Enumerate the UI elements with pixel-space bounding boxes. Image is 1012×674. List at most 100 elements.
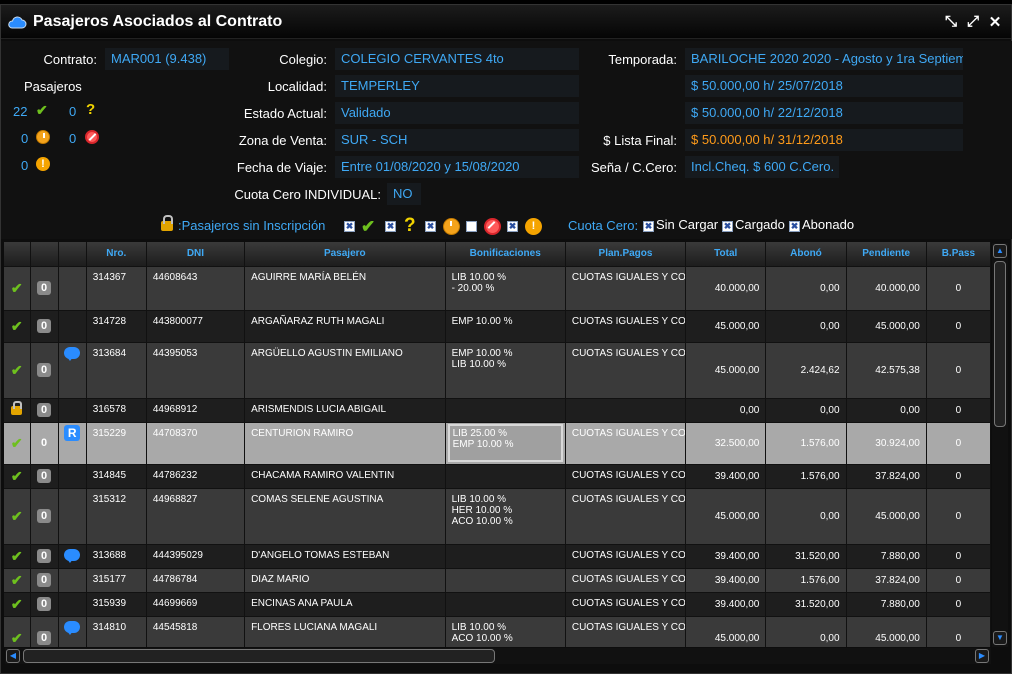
horizontal-scrollbar[interactable]: ◀ ▶ — [5, 648, 991, 664]
temporada-label: Temporada: — [608, 52, 677, 67]
column-header[interactable]: Nro. — [86, 242, 147, 267]
column-header[interactable]: Abonó — [765, 242, 847, 267]
plan-pagos-cell: CUOTAS IGUALES Y COI — [565, 544, 687, 569]
sena-label: Seña / C.Cero: — [591, 160, 677, 175]
pasajero-cell: ARGÜELLO AGUSTIN EMILIANO — [244, 342, 446, 399]
table-row[interactable]: ✔ 0 313688 444395029 D'ANGELO TOMAS ESTEBAN C… — [4, 544, 991, 569]
bpass-cell: 0 — [926, 266, 991, 311]
table-row[interactable]: ✔ 0 314845 44786232 CHACAMA RAMIRO VALENTIN C… — [4, 464, 991, 489]
window-title: Pasajeros Asociados al Contrato — [33, 12, 283, 30]
table-row[interactable]: 0 316578 44968912 ARISMENDIS LUCIA ABIGAIL 0… — [4, 398, 991, 423]
cuota-cero-badge[interactable]: 0 — [37, 319, 52, 333]
column-header[interactable] — [4, 242, 31, 267]
column-header[interactable]: Total — [685, 242, 767, 267]
pasajeros-label: Pasajeros — [24, 79, 82, 94]
column-header[interactable]: DNI — [146, 242, 246, 267]
scroll-left-button[interactable]: ◀ — [6, 649, 20, 663]
pasajero-cell: FLORES LUCIANA MAGALI — [244, 616, 446, 647]
r-badge-icon[interactable]: R — [64, 424, 81, 441]
comment-icon[interactable] — [64, 620, 81, 635]
comment-icon[interactable] — [64, 548, 81, 563]
comment-icon[interactable] — [64, 346, 81, 361]
dni-cell: 44968827 — [146, 488, 246, 545]
cuota-cero-badge[interactable]: 0 — [37, 436, 51, 450]
table-row[interactable]: ✔ 0 R 315229 44708370 CENTURION RAMIRO LIB 25.… — [4, 422, 991, 465]
cargado-checkbox[interactable]: ✖ — [722, 221, 733, 232]
total-cell: 39.400,00 — [685, 568, 767, 593]
pendiente-cell: 7.880,00 — [846, 592, 927, 617]
scroll-down-button[interactable]: ▼ — [993, 631, 1007, 645]
filter-ban-checkbox[interactable]: ✖ — [507, 221, 518, 232]
cuota-cero-badge[interactable]: 0 — [37, 281, 52, 295]
cuota-cero-badge[interactable]: 0 — [37, 403, 52, 417]
column-header[interactable] — [58, 242, 87, 267]
column-header[interactable]: Bonificaciones — [445, 242, 566, 267]
bonificaciones-cell[interactable]: LIB 25.00 % EMP 10.00 % — [445, 422, 566, 465]
sin-cargar-label: Sin Cargar — [656, 217, 719, 232]
cuota-cero-badge[interactable]: 0 — [37, 597, 52, 611]
scroll-right-button[interactable]: ▶ — [975, 649, 989, 663]
pendiente-cell: 7.880,00 — [846, 544, 927, 569]
filter-unchecked-checkbox[interactable] — [466, 221, 477, 232]
bpass-cell: 0 — [926, 592, 991, 617]
check-icon: ✔ — [10, 361, 23, 378]
filter-clock-checkbox[interactable]: ✖ — [425, 221, 436, 232]
vertical-scroll-thumb[interactable] — [994, 261, 1006, 427]
collapse-icon[interactable]: ⤡ — [943, 13, 959, 30]
ban-icon — [85, 130, 99, 144]
scroll-up-button[interactable]: ▲ — [993, 244, 1007, 258]
horizontal-scroll-thumb[interactable] — [23, 649, 495, 663]
filter-question-checkbox[interactable]: ✖ — [385, 221, 396, 232]
bpass-cell: 0 — [926, 342, 991, 399]
table-row[interactable]: ✔ 0 315312 44968827 COMAS SELENE AGUSTINA LIB… — [4, 488, 991, 545]
nro-cell: 315229 — [86, 422, 147, 465]
ban-icon — [484, 218, 501, 235]
column-header[interactable]: Pendiente — [846, 242, 927, 267]
filter-check-checkbox[interactable]: ✖ — [344, 221, 355, 232]
bonificaciones-cell — [445, 544, 566, 569]
dni-cell: 44699669 — [146, 592, 246, 617]
bpass-cell: 0 — [926, 398, 991, 423]
table-row[interactable]: ✔ 0 314728 443800077 ARGAÑARAZ RUTH MAGALI EM… — [4, 310, 991, 343]
nro-cell: 314367 — [86, 266, 147, 311]
close-icon[interactable]: ✕ — [987, 13, 1003, 31]
sin-cargar-checkbox[interactable]: ✖ — [643, 221, 654, 232]
cuota-cero-badge[interactable]: 0 — [37, 363, 52, 377]
plan-pagos-cell: CUOTAS IGUALES Y COI — [565, 488, 687, 545]
vertical-scrollbar[interactable]: ▲ ▼ — [992, 243, 1008, 647]
column-header[interactable]: Plan.Pagos — [565, 242, 687, 267]
bonificacion-line: ACO 10.00 % — [451, 632, 513, 644]
table-row[interactable]: ✔ 0 315939 44699669 ENCINAS ANA PAULA CUOTAS … — [4, 592, 991, 617]
contrato-label: Contrato: — [43, 52, 97, 67]
bpass-cell: 0 — [926, 422, 991, 465]
table-row[interactable]: ✔ 0 315177 44786784 DIAZ MARIO CUOTAS IGUALES… — [4, 568, 991, 593]
abono-cell: 1.576,00 — [765, 568, 847, 593]
column-header[interactable]: B.Pass — [926, 242, 991, 267]
bpass-cell: 0 — [926, 616, 991, 647]
cuota-cero-badge[interactable]: 0 — [37, 549, 52, 563]
fecha-label: Fecha de Viaje: — [236, 160, 327, 175]
column-header[interactable] — [30, 242, 59, 267]
table-row[interactable]: ✔ 0 313684 44395053 ARGÜELLO AGUSTIN EMILIAN… — [4, 342, 991, 399]
total-cell: 39.400,00 — [685, 464, 767, 489]
cuota-cero-badge[interactable]: 0 — [37, 573, 52, 587]
pendiente-cell: 40.000,00 — [846, 266, 927, 311]
column-header[interactable]: Pasajero — [244, 242, 446, 267]
plan-pagos-cell — [565, 398, 687, 423]
cuota-cero-badge[interactable]: 0 — [37, 631, 52, 645]
cuota-cero-badge[interactable]: 0 — [37, 509, 52, 523]
expand-icon[interactable]: ⤢ — [965, 13, 981, 30]
cargado-label: Cargado — [735, 217, 785, 232]
table-row[interactable]: ✔ 0 314810 44545818 FLORES LUCIANA MAGALI LIB… — [4, 616, 991, 647]
bpass-cell: 0 — [926, 310, 991, 343]
bonificacion-line: EMP 10.00 % — [452, 438, 514, 450]
table-row[interactable]: ✔ 0 314367 44608643 AGUIRRE MARÍA BELÉN LIB 1… — [4, 266, 991, 311]
cloud-icon — [8, 15, 27, 28]
cuota-cero-badge[interactable]: 0 — [37, 469, 52, 483]
bonificaciones-editor[interactable]: LIB 25.00 % EMP 10.00 % — [447, 423, 563, 462]
abonado-checkbox[interactable]: ✖ — [789, 221, 800, 232]
plan-pagos-cell: CUOTAS IGUALES Y COI — [565, 422, 687, 465]
total-cell: 45.000,00 — [685, 488, 767, 545]
pendiente-cell: 45.000,00 — [846, 616, 927, 647]
bonificacion-line: - 20.00 % — [451, 282, 495, 294]
